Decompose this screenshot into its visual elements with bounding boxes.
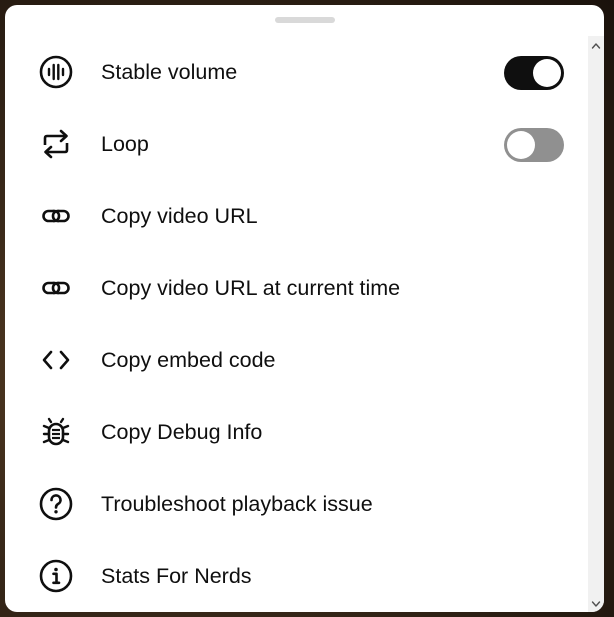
settings-bottom-sheet: Stable volume Loop Copy video URL Copy v… (5, 5, 604, 612)
scrollbar-thumb[interactable] (591, 58, 601, 586)
menu-item-troubleshoot-playback[interactable]: Troubleshoot playback issue (5, 468, 588, 540)
menu-item-label: Copy embed code (101, 348, 276, 372)
menu-item-label: Loop (101, 132, 149, 156)
stable-volume-icon (38, 54, 74, 90)
bug-icon (38, 414, 74, 450)
menu-item-label: Troubleshoot playback issue (101, 492, 373, 516)
drag-handle[interactable] (275, 17, 335, 23)
link-icon (38, 270, 74, 306)
scroll-up-arrow-icon[interactable] (588, 38, 604, 54)
stable-volume-toggle[interactable] (504, 56, 564, 90)
settings-menu: Stable volume Loop Copy video URL Copy v… (5, 36, 588, 612)
menu-item-label: Stats For Nerds (101, 564, 252, 588)
help-circle-icon (38, 486, 74, 522)
menu-item-stable-volume[interactable]: Stable volume (5, 36, 588, 108)
menu-item-loop[interactable]: Loop (5, 108, 588, 180)
menu-item-label: Copy video URL at current time (101, 276, 401, 300)
code-icon (38, 342, 74, 378)
menu-item-copy-debug-info[interactable]: Copy Debug Info (5, 396, 588, 468)
menu-item-label: Copy video URL (101, 204, 258, 228)
menu-item-copy-video-url-at-time[interactable]: Copy video URL at current time (5, 252, 588, 324)
menu-item-label: Stable volume (101, 60, 238, 84)
loop-icon (38, 126, 74, 162)
menu-item-copy-embed-code[interactable]: Copy embed code (5, 324, 588, 396)
vertical-scrollbar[interactable] (588, 36, 604, 612)
menu-item-label: Copy Debug Info (101, 420, 263, 444)
menu-item-stats-for-nerds[interactable]: Stats For Nerds (5, 540, 588, 612)
link-icon (38, 198, 74, 234)
menu-item-copy-video-url[interactable]: Copy video URL (5, 180, 588, 252)
toggle-knob (507, 131, 535, 159)
scroll-down-arrow-icon[interactable] (588, 596, 604, 612)
loop-toggle[interactable] (504, 128, 564, 162)
toggle-knob (533, 59, 561, 87)
info-circle-icon (38, 558, 74, 594)
